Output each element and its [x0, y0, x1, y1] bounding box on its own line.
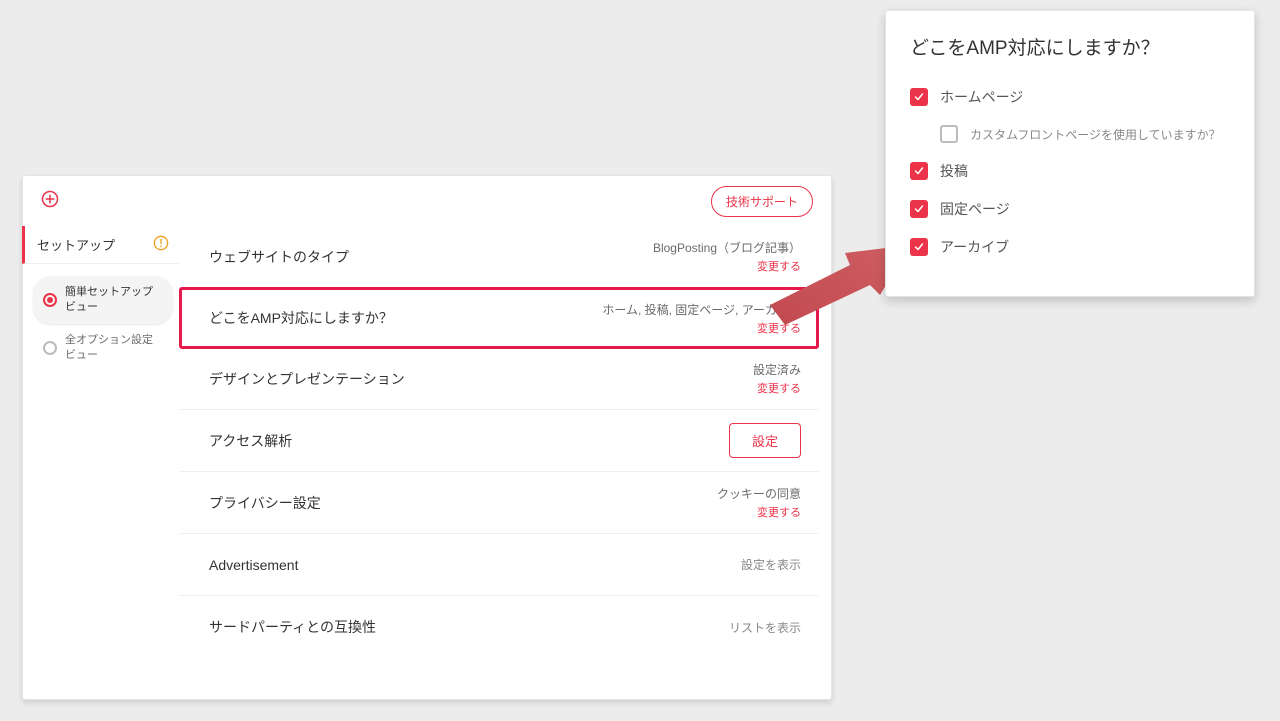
checkbox-icon[interactable]	[910, 200, 928, 218]
row-title: Advertisement	[209, 557, 298, 573]
view-mode-group: 簡単セットアップビュー 全オプション設定ビュー	[23, 264, 179, 371]
row-thirdparty[interactable]: サードパーティとの互換性 リストを表示	[179, 596, 819, 658]
sidebar-title-label: セットアップ	[37, 235, 115, 254]
row-amp-where[interactable]: どこをAMP対応にしますか？ ホーム, 投稿, 固定ページ, アーカイブ 変更す…	[179, 287, 819, 349]
card-header: 技術サポート	[23, 176, 831, 226]
option-homepage[interactable]: ホームページ	[910, 78, 1230, 116]
option-archive[interactable]: アーカイブ	[910, 228, 1230, 266]
tech-support-button[interactable]: 技術サポート	[711, 186, 813, 217]
radio-label: 簡単セットアップビュー	[65, 285, 163, 315]
option-label: 投稿	[940, 161, 968, 181]
row-analytics[interactable]: アクセス解析 設定	[179, 410, 819, 472]
radio-icon	[43, 293, 57, 307]
option-label: 固定ページ	[940, 199, 1010, 219]
checkbox-icon[interactable]	[910, 88, 928, 106]
row-title: プライバシー設定	[209, 493, 321, 513]
row-title: サードパーティとの互換性	[209, 617, 376, 637]
setup-sidebar: セットアップ 簡単セットアップビュー 全オプション設定ビュー	[23, 226, 179, 701]
view-mode-all[interactable]: 全オプション設定ビュー	[33, 324, 173, 372]
row-advertisement[interactable]: Advertisement 設定を表示	[179, 534, 819, 596]
popup-title: どこをAMP対応にしますか？	[910, 33, 1230, 60]
radio-label: 全オプション設定ビュー	[65, 333, 163, 363]
option-posts[interactable]: 投稿	[910, 152, 1230, 190]
row-title: アクセス解析	[209, 431, 292, 451]
plus-icon[interactable]	[41, 190, 59, 213]
row-value: クッキーの同意	[717, 485, 801, 502]
option-homepage-sub[interactable]: カスタムフロントページを使用していますか？	[910, 116, 1230, 152]
row-design[interactable]: デザインとプレゼンテーション 設定済み 変更する	[179, 348, 819, 410]
row-action-muted[interactable]: リストを表示	[729, 619, 801, 636]
checkbox-icon[interactable]	[910, 238, 928, 256]
setup-button[interactable]: 設定	[729, 423, 801, 458]
row-value: 設定済み	[753, 361, 801, 378]
option-label: アーカイブ	[940, 237, 1009, 257]
row-privacy[interactable]: プライバシー設定 クッキーの同意 変更する	[179, 472, 819, 534]
option-pages[interactable]: 固定ページ	[910, 190, 1230, 228]
row-title: どこをAMP対応にしますか？	[209, 308, 393, 328]
settings-list: ウェブサイトのタイプ BlogPosting（ブログ記事） 変更する どこをAM…	[179, 226, 831, 701]
card-body: セットアップ 簡単セットアップビュー 全オプション設定ビュー ウェブサイトのタイ…	[23, 226, 831, 701]
option-label: ホームページ	[940, 87, 1023, 107]
row-action-muted[interactable]: 設定を表示	[741, 556, 801, 573]
change-link[interactable]: 変更する	[757, 380, 801, 396]
option-label: カスタムフロントページを使用していますか？	[970, 126, 1221, 143]
amp-where-popup: どこをAMP対応にしますか？ ホームページ カスタムフロントページを使用していま…	[885, 10, 1255, 297]
radio-icon	[43, 341, 57, 355]
sidebar-title[interactable]: セットアップ	[22, 226, 179, 264]
row-website-type[interactable]: ウェブサイトのタイプ BlogPosting（ブログ記事） 変更する	[179, 226, 819, 288]
settings-card: 技術サポート セットアップ 簡単セットアップビュー 全オプション設定ビュー	[22, 175, 832, 700]
row-title: ウェブサイトのタイプ	[209, 247, 349, 267]
warning-icon	[153, 235, 169, 254]
checkbox-icon[interactable]	[910, 162, 928, 180]
view-mode-easy[interactable]: 簡単セットアップビュー	[33, 276, 173, 324]
row-title: デザインとプレゼンテーション	[209, 369, 405, 389]
change-link[interactable]: 変更する	[757, 504, 801, 520]
checkbox-icon[interactable]	[940, 125, 958, 143]
